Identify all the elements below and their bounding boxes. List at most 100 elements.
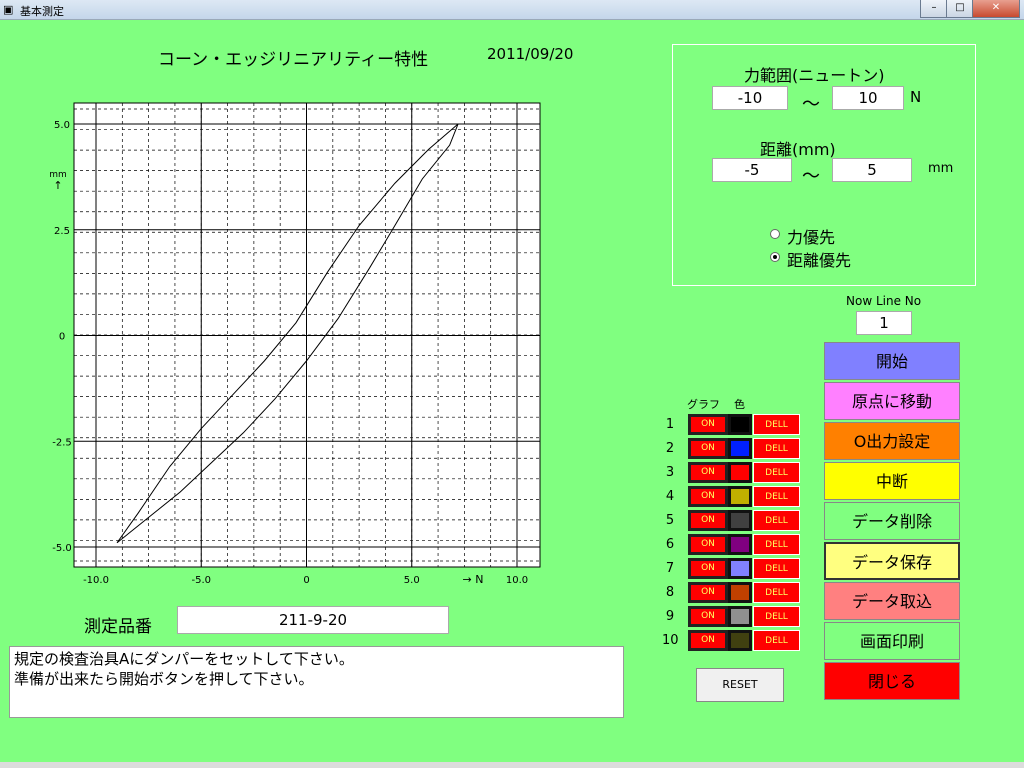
graph-on-button[interactable]: ON xyxy=(688,462,728,483)
save-data-button[interactable]: データ保存 xyxy=(824,542,960,580)
distance-range-label: 距離(mm) xyxy=(760,140,836,159)
y-tick-label: 0 xyxy=(59,332,65,343)
graph-delete-button[interactable]: DELL xyxy=(753,414,800,435)
graph-on-label: ON xyxy=(691,441,725,456)
y-tick-label: -5.0 xyxy=(52,543,72,554)
graph-row: 6 ON DELL xyxy=(662,533,802,557)
distance-max-input[interactable]: 5 xyxy=(832,158,912,182)
graph-delete-button[interactable]: DELL xyxy=(753,510,800,531)
graph-on-button[interactable]: ON xyxy=(688,582,728,603)
force-unit: N xyxy=(910,88,922,106)
graph-row: 8 ON DELL xyxy=(662,581,802,605)
graph-row: 7 ON DELL xyxy=(662,557,802,581)
graph-header: グラフ xyxy=(687,398,720,411)
force-tilde: ～ xyxy=(802,94,820,115)
graph-on-label: ON xyxy=(691,537,725,552)
graph-row: 4 ON DELL xyxy=(662,485,802,509)
graph-on-label: ON xyxy=(691,633,725,648)
graph-delete-button[interactable]: DELL xyxy=(753,630,800,651)
reset-button[interactable]: RESET xyxy=(696,668,784,702)
graph-row-number: 3 xyxy=(665,465,675,480)
graph-on-label: ON xyxy=(691,489,725,504)
stop-button[interactable]: 中断 xyxy=(824,462,960,500)
graph-row: 10 ON DELL xyxy=(662,629,802,653)
graph-on-label: ON xyxy=(691,513,725,528)
graph-delete-button[interactable]: DELL xyxy=(753,558,800,579)
x-tick-label: -5.0 xyxy=(191,575,211,586)
distance-priority-radio[interactable] xyxy=(770,252,780,262)
close-button[interactable]: 閉じる xyxy=(824,662,960,700)
graph-on-button[interactable]: ON xyxy=(688,630,728,651)
graph-on-button[interactable]: ON xyxy=(688,486,728,507)
graph-on-label: ON xyxy=(691,609,725,624)
graph-row-number: 7 xyxy=(665,561,675,576)
force-max-input[interactable]: 10 xyxy=(832,86,904,110)
force-priority-radio[interactable] xyxy=(770,229,780,239)
graph-row-number: 6 xyxy=(665,537,675,552)
graph-on-button[interactable]: ON xyxy=(688,606,728,627)
graph-row-number: 2 xyxy=(665,441,675,456)
graph-color-swatch[interactable] xyxy=(728,630,752,651)
distance-tilde: ～ xyxy=(802,166,820,187)
move-origin-button[interactable]: 原点に移動 xyxy=(824,382,960,420)
x-tick-label: -10.0 xyxy=(83,575,109,586)
graph-row: 5 ON DELL xyxy=(662,509,802,533)
y-tick-label: 5.0 xyxy=(54,120,70,131)
distance-priority-label: 距離優先 xyxy=(787,251,852,270)
instruction-message: 規定の検査治具Aにダンパーをセットして下さい。 準備が出来たら開始ボタンを押して… xyxy=(9,646,624,718)
force-range-label: 力範囲(ニュートン) xyxy=(744,66,885,85)
graph-color-swatch[interactable] xyxy=(728,462,752,483)
distance-unit: mm xyxy=(928,161,954,176)
graph-color-swatch[interactable] xyxy=(728,582,752,603)
graph-on-button[interactable]: ON xyxy=(688,534,728,555)
graph-color-swatch[interactable] xyxy=(728,534,752,555)
graph-row-number: 8 xyxy=(665,585,675,600)
graph-delete-button[interactable]: DELL xyxy=(753,582,800,603)
graph-row: 9 ON DELL xyxy=(662,605,802,629)
import-data-button[interactable]: データ取込 xyxy=(824,582,960,620)
color-header: 色 xyxy=(734,398,745,411)
graph-on-label: ON xyxy=(691,417,725,432)
output-setting-button[interactable]: O出力設定 xyxy=(824,422,960,460)
graph-color-swatch[interactable] xyxy=(728,558,752,579)
graph-color-swatch[interactable] xyxy=(728,438,752,459)
graph-row: 3 ON DELL xyxy=(662,461,802,485)
graph-color-swatch[interactable] xyxy=(728,486,752,507)
graph-row-number: 9 xyxy=(665,609,675,624)
delete-data-button[interactable]: データ削除 xyxy=(824,502,960,540)
graph-delete-button[interactable]: DELL xyxy=(753,486,800,507)
y-tick-label: -2.5 xyxy=(52,437,72,448)
now-line-input[interactable]: 1 xyxy=(856,311,912,335)
taskbar xyxy=(0,762,1024,768)
graph-delete-button[interactable]: DELL xyxy=(753,438,800,459)
now-line-label: Now Line No xyxy=(846,294,922,308)
x-tick-label: 5.0 xyxy=(404,575,420,586)
graph-color-swatch[interactable] xyxy=(728,606,752,627)
print-screen-button[interactable]: 画面印刷 xyxy=(824,622,960,660)
graph-on-button[interactable]: ON xyxy=(688,510,728,531)
graph-on-label: ON xyxy=(691,465,725,480)
graph-row-number: 1 xyxy=(665,417,675,432)
distance-min-input[interactable]: -5 xyxy=(712,158,792,182)
graph-on-label: ON xyxy=(691,561,725,576)
graph-on-button[interactable]: ON xyxy=(688,438,728,459)
graph-color-swatch[interactable] xyxy=(728,510,752,531)
start-button[interactable]: 開始 xyxy=(824,342,960,380)
graph-row-number: 4 xyxy=(665,489,675,504)
x-tick-label: 0 xyxy=(303,575,309,586)
graph-on-button[interactable]: ON xyxy=(688,414,728,435)
graph-row-number: 10 xyxy=(662,633,679,648)
graph-delete-button[interactable]: DELL xyxy=(753,534,800,555)
graph-color-swatch[interactable] xyxy=(728,414,752,435)
graph-delete-button[interactable]: DELL xyxy=(753,606,800,627)
force-priority-label: 力優先 xyxy=(787,228,836,247)
graph-delete-button[interactable]: DELL xyxy=(753,462,800,483)
x-axis-label: → N xyxy=(463,573,484,586)
graph-on-label: ON xyxy=(691,585,725,600)
y-tick-label: 2.5 xyxy=(54,226,70,237)
force-min-input[interactable]: -10 xyxy=(712,86,788,110)
graph-row: 2 ON DELL xyxy=(662,437,802,461)
product-number-input[interactable]: 211-9-20 xyxy=(177,606,449,634)
graph-on-button[interactable]: ON xyxy=(688,558,728,579)
y-arrow-label: ↑ xyxy=(53,179,62,192)
